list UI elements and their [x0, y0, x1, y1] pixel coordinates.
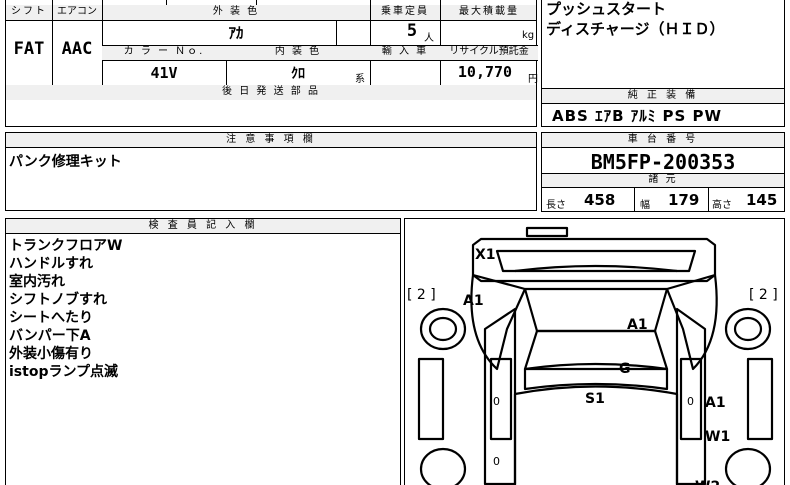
mark-left-tag: [ 2 ] [407, 287, 436, 303]
mark-trunk: X1 [475, 247, 496, 263]
mark-tire-left-lower: 0 [493, 455, 500, 468]
inspector-note: トランクフロアW [9, 238, 123, 254]
interior-color-label: 内 装 色 [274, 46, 322, 57]
option-hid: ディスチャージ（ＨＩＤ） [546, 20, 725, 38]
chassis-label: 車 台 番 号 [542, 133, 784, 148]
inspector-note: 外装小傷有り [9, 346, 93, 362]
interior-suffix: 系 [355, 74, 365, 85]
rear-bumper [471, 237, 717, 283]
shift-label: シフト [11, 6, 47, 17]
inspector-note: istopランプ点滅 [9, 364, 119, 380]
car-diagram-box: X1 [ 2 ] [ 2 ] A1 A1 G S1 A1 W1 W2 0 0 0 [404, 218, 785, 485]
spec-table: シフト エアコン 外 装 色 乗車定員 最大積載量 FAT AAC ｱｶ 5 人… [5, 0, 538, 100]
capacity-value: 5 [406, 21, 418, 41]
right-rear-tire [724, 307, 772, 351]
inspector-note: シフトノブすれ [9, 292, 107, 308]
height-label: 高さ [712, 200, 732, 211]
windshield [523, 362, 669, 391]
inspector-box: 検 査 員 記 入 欄 トランクフロアW ハンドルすれ 室内汚れ シフトノブすれ… [5, 218, 401, 485]
inspector-note: シートへたり [9, 310, 93, 326]
inspector-label: 検 査 員 記 入 欄 [6, 219, 400, 234]
trunk-panel [525, 226, 569, 238]
length-value: 458 [584, 191, 616, 209]
chassis-number: BM5FP-200353 [590, 150, 736, 174]
genuine-equipment-value: ABS ｴｱB ｱﾙﾐ PS PW [552, 107, 723, 125]
later-parts-label: 後 日 発 送 部 品 [222, 86, 320, 97]
options-box: プッシュスタート ディスチャージ（ＨＩＤ） [541, 0, 785, 88]
car-diagram: X1 [ 2 ] [ 2 ] A1 A1 G S1 A1 W1 W2 0 0 0 [407, 226, 778, 485]
mark-right-door: A1 [705, 395, 726, 411]
recycle-value: 10,770 [457, 63, 513, 81]
inspector-note: 室内汚れ [9, 274, 65, 290]
left-front-tire [419, 447, 467, 485]
color-no-label: カ ラ ー Ｎｏ. [123, 46, 205, 57]
inspector-note: ハンドルすれ [9, 256, 93, 272]
exterior-color-value: ｱｶ [228, 24, 244, 42]
mark-left-quarter: A1 [463, 293, 484, 309]
later-parts-area [5, 99, 537, 127]
caution-label: 注 意 事 項 欄 [6, 133, 536, 148]
mark-glass: G [619, 361, 631, 377]
mark-right-bottom: W2 [695, 479, 720, 485]
right-front-tire [724, 447, 772, 485]
width-value: 179 [668, 191, 700, 209]
mark-right-lower: W1 [705, 429, 730, 445]
left-tire-frame-upper [417, 357, 445, 441]
left-rear-quarter [470, 273, 527, 371]
mark-seat: S1 [585, 391, 605, 407]
genuine-equipment-label: 純 正 装 備 [542, 89, 784, 104]
shift-value: FAT [13, 39, 45, 59]
caution-box: 注 意 事 項 欄 パンク修理キット [5, 132, 537, 211]
mark-roof: A1 [627, 317, 648, 333]
width-label: 幅 [640, 200, 650, 211]
exterior-color-label: 外 装 色 [212, 6, 260, 17]
max-load-label: 最大積載量 [459, 6, 519, 17]
option-push-start: プッシュスタート [546, 0, 667, 18]
height-value: 145 [746, 191, 778, 209]
capacity-unit: 人 [424, 33, 434, 44]
mark-right-tag: [ 2 ] [749, 287, 778, 303]
genuine-equipment-box: 純 正 装 備 ABS ｴｱB ｱﾙﾐ PS PW [541, 88, 785, 127]
mark-tire-right-upper: 0 [687, 395, 694, 408]
import-label: 輸 入 車 [381, 46, 429, 57]
length-label: 長さ [546, 200, 566, 211]
max-load-unit: kg [522, 30, 535, 41]
right-rear-quarter [665, 273, 718, 371]
inspector-note: バンパー下A [9, 328, 91, 344]
capacity-label: 乗車定員 [381, 6, 429, 17]
recycle-label: リサイクル預託金 [449, 46, 529, 57]
chassis-box: 車 台 番 号 BM5FP-200353 諸 元 長さ 458 幅 179 高さ… [541, 132, 785, 212]
left-rear-tire [419, 307, 467, 351]
interior-color-value: ｸﾛ [291, 66, 305, 82]
mark-tire-left-upper: 0 [493, 395, 500, 408]
recycle-unit: 円 [528, 74, 538, 85]
aircon-label: エアコン [57, 6, 97, 17]
caution-text: パンク修理キット [9, 154, 122, 170]
spec-label: 諸 元 [648, 174, 678, 185]
color-no-value: 41V [150, 64, 178, 82]
aircon-value: AAC [61, 39, 93, 59]
